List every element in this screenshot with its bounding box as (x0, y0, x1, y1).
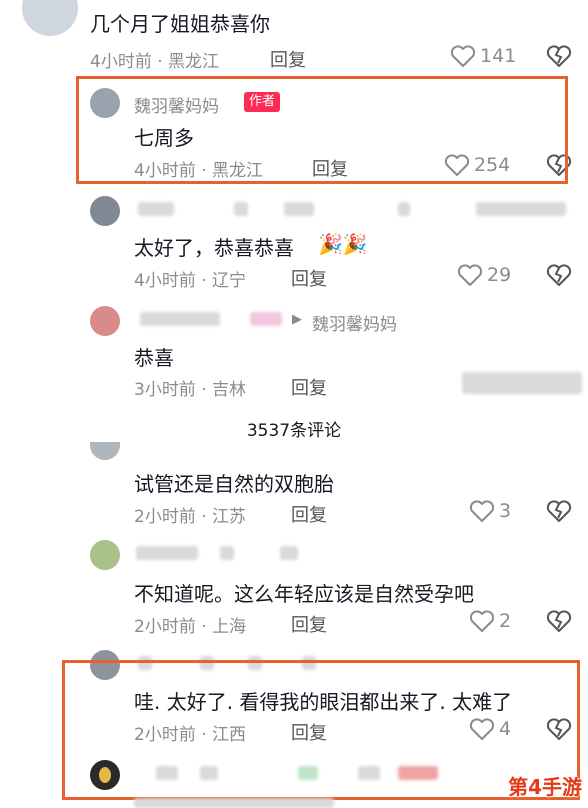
heart-outline-icon (469, 499, 495, 523)
comment-count: 3537条评论 (246, 421, 342, 441)
blurred-username (136, 546, 198, 560)
reply-button[interactable]: 回复 (270, 46, 306, 72)
blurred-username (138, 202, 174, 216)
comment-text: 不知道呢。这么年轻应该是自然受孕吧 (134, 582, 474, 606)
blurred-text (134, 798, 334, 808)
dislike-button[interactable] (546, 499, 572, 523)
blurred-username (398, 766, 438, 780)
blurred-username (156, 766, 178, 780)
reply-to-username[interactable]: 魏羽馨妈妈 (312, 310, 397, 335)
like-button[interactable]: 141 (450, 44, 516, 68)
blurred-username (234, 202, 248, 216)
like-button[interactable]: 3 (469, 499, 511, 523)
blurred-username (200, 766, 218, 780)
dislike-button[interactable] (546, 263, 572, 287)
broken-heart-icon (546, 263, 572, 287)
blurred-username (358, 766, 380, 780)
comment-meta: 2小时前 · 上海 (134, 617, 247, 637)
heart-outline-icon (469, 609, 495, 633)
avatar[interactable] (22, 0, 78, 36)
reply-button[interactable]: 回复 (291, 501, 327, 527)
comment-meta: 3小时前 · 吉林 (134, 380, 247, 400)
dislike-button[interactable] (546, 609, 572, 633)
avatar[interactable] (90, 540, 120, 570)
like-count: 3 (499, 500, 512, 522)
comment-text: 恭喜 (134, 346, 174, 370)
broken-heart-icon (546, 609, 572, 633)
watermark: 第4手游 (508, 775, 582, 799)
reply-button[interactable]: 回复 (291, 265, 327, 291)
blurred-username (298, 766, 318, 780)
blurred-username (284, 202, 314, 216)
blurred-region (462, 372, 582, 394)
reply-button[interactable]: 回复 (291, 611, 327, 637)
avatar[interactable] (90, 442, 120, 460)
highlight-box (62, 660, 580, 800)
like-button[interactable]: 29 (457, 263, 511, 287)
comment-meta: 4小时前 · 黑龙江 (90, 52, 220, 72)
celebration-emoji-icon: 🎉🎉 (318, 232, 368, 256)
comment-meta: 2小时前 · 江苏 (134, 507, 247, 527)
heart-outline-icon (457, 263, 483, 287)
highlight-box (76, 76, 568, 184)
avatar[interactable] (90, 760, 120, 790)
blurred-username (140, 312, 220, 326)
avatar[interactable] (90, 196, 120, 226)
blurred-username (476, 202, 566, 216)
like-count: 29 (487, 264, 512, 286)
comment-text: 试管还是自然的双胞胎 (134, 472, 334, 496)
broken-heart-icon (546, 499, 572, 523)
like-count: 2 (499, 610, 512, 632)
blurred-username (250, 312, 282, 326)
heart-outline-icon (450, 44, 476, 68)
like-count: 141 (480, 45, 517, 67)
blurred-username (398, 202, 410, 216)
comment-text: 太好了，恭喜恭喜 (134, 236, 294, 260)
triangle-right-icon: ▶ (292, 312, 302, 327)
broken-heart-icon (546, 44, 572, 68)
like-button[interactable]: 2 (469, 609, 511, 633)
avatar[interactable] (90, 306, 120, 336)
comment-meta: 4小时前 · 辽宁 (134, 271, 247, 291)
dislike-button[interactable] (546, 44, 572, 68)
blurred-username (280, 546, 298, 560)
reply-button[interactable]: 回复 (291, 374, 327, 400)
blurred-username (220, 546, 234, 560)
comment-text: 几个月了姐姐恭喜你 (90, 12, 270, 36)
